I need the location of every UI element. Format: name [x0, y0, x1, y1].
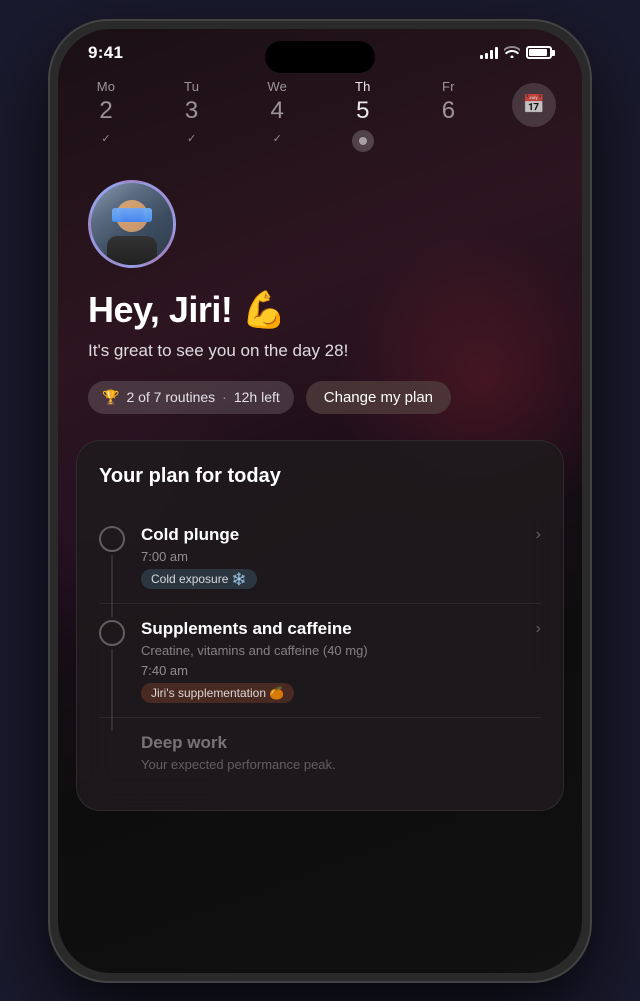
day-tuesday[interactable]: Tu 3	[170, 79, 214, 148]
battery-icon	[526, 46, 552, 59]
thursday-dot	[352, 130, 374, 152]
routines-badge: 🏆 2 of 7 routines · 12h left	[88, 381, 294, 414]
phone-body: 9:41	[50, 21, 590, 981]
wednesday-check	[268, 130, 286, 148]
calendar-icon: 📅	[523, 94, 545, 115]
calendar-button[interactable]: 📅	[512, 83, 556, 127]
supplements-tag: Jiri's supplementation 🍊	[141, 683, 294, 703]
avatar-section	[58, 152, 582, 268]
supplements-checkbox[interactable]	[99, 620, 125, 646]
avatar	[88, 180, 176, 268]
plan-item-supplements[interactable]: Supplements and caffeine Creatine, vitam…	[99, 604, 541, 718]
cold-plunge-tag: Cold exposure ❄️	[141, 569, 257, 589]
cold-plunge-title: Cold plunge	[141, 524, 520, 546]
greeting-section: Hey, Jiri! 💪 It's great to see you on th…	[58, 268, 582, 363]
status-icons	[480, 45, 552, 61]
wifi-icon	[504, 45, 520, 61]
cold-plunge-chevron: ›	[536, 526, 541, 544]
plan-card-title: Your plan for today	[99, 465, 541, 488]
dynamic-island	[265, 41, 375, 73]
cold-plunge-time: 7:00 am	[141, 549, 520, 564]
signal-icon	[480, 47, 498, 59]
monday-check	[97, 130, 115, 148]
deep-work-subtitle: Your expected performance peak.	[141, 757, 541, 772]
status-time: 9:41	[88, 43, 123, 63]
plan-card: Your plan for today Cold plunge 7:00 am …	[76, 440, 564, 811]
stats-bar: 🏆 2 of 7 routines · 12h left Change my p…	[58, 363, 582, 414]
day-friday[interactable]: Fr 6	[426, 79, 470, 148]
day-thursday[interactable]: Th 5	[341, 79, 385, 152]
cold-plunge-checkbox[interactable]	[99, 526, 125, 552]
day-monday[interactable]: Mo 2	[84, 79, 128, 148]
deep-work-title: Deep work	[141, 732, 541, 754]
routines-count: 2 of 7 routines	[126, 389, 215, 405]
tuesday-check	[183, 130, 201, 148]
change-plan-button[interactable]: Change my plan	[306, 381, 451, 414]
plan-item-cold-plunge[interactable]: Cold plunge 7:00 am Cold exposure ❄️ ›	[99, 510, 541, 604]
friday-dot	[439, 130, 457, 148]
greeting-subtitle: It's great to see you on the day 28!	[88, 339, 552, 363]
day-wednesday[interactable]: We 4	[255, 79, 299, 148]
screen: 9:41	[58, 29, 582, 973]
greeting-title: Hey, Jiri! 💪	[88, 290, 552, 330]
supplements-time: 7:40 am	[141, 663, 520, 678]
supplements-chevron: ›	[536, 620, 541, 638]
time-left: 12h left	[234, 389, 280, 405]
trophy-icon: 🏆	[102, 389, 119, 406]
supplements-title: Supplements and caffeine	[141, 618, 520, 640]
plan-item-deep-work[interactable]: Deep work Your expected performance peak…	[99, 718, 541, 786]
week-navigation[interactable]: Mo 2 Tu 3 We 4 Th	[58, 63, 582, 152]
phone-frame: 9:41	[0, 0, 640, 1001]
supplements-subtitle: Creatine, vitamins and caffeine (40 mg)	[141, 643, 520, 660]
